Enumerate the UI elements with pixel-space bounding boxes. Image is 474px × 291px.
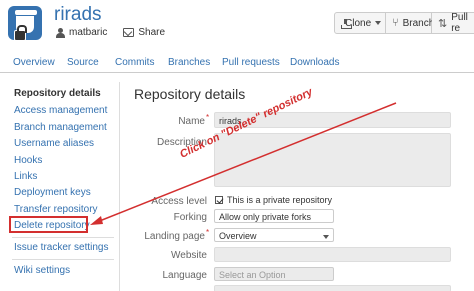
landing-page-value: Overview: [219, 231, 257, 241]
landing-page-select[interactable]: Overview: [214, 228, 334, 242]
repo-nav-tabs: Overview Source Commits Branches Pull re…: [0, 53, 474, 73]
owner-link[interactable]: matbaric: [69, 27, 107, 38]
sidebar-item-issue-tracker-settings[interactable]: Issue tracker settings: [14, 242, 108, 253]
sidebar-item-links[interactable]: Links: [14, 171, 37, 182]
repo-header: rirads matbaric Share Clone ⑂ Branch ⇅ P…: [0, 0, 474, 50]
sidebar-heading: Repository details: [14, 88, 101, 99]
lock-icon: [14, 25, 27, 41]
name-label: Name: [178, 116, 205, 127]
tab-pull-requests[interactable]: Pull requests: [222, 57, 280, 68]
branch-icon: ⑂: [392, 17, 399, 29]
sidebar-item-wiki-settings[interactable]: Wiki settings: [14, 265, 70, 276]
sidebar-item-transfer-repository[interactable]: Transfer repository: [14, 204, 98, 215]
website-label: Website: [171, 250, 207, 261]
share-link[interactable]: Share: [138, 27, 165, 38]
pull-request-icon: ⇅: [438, 17, 448, 30]
clone-button[interactable]: Clone: [334, 12, 386, 34]
user-icon: [56, 27, 65, 38]
forking-value: Allow only private forks: [219, 212, 312, 222]
forking-select[interactable]: Allow only private forks: [214, 209, 334, 223]
repo-title[interactable]: rirads: [54, 4, 102, 26]
tab-branches[interactable]: Branches: [168, 57, 210, 68]
language-label: Language: [162, 270, 208, 281]
tab-source[interactable]: Source: [67, 57, 99, 68]
landing-page-label: Landing page: [144, 231, 205, 242]
sidebar-item-deployment-keys[interactable]: Deployment keys: [14, 187, 91, 198]
access-level-label: Access level: [151, 196, 207, 207]
chevron-down-icon: [375, 21, 382, 25]
language-placeholder: Select an Option: [219, 270, 286, 280]
website-input[interactable]: [214, 247, 451, 262]
pull-label: Pull re: [451, 12, 468, 34]
repo-meta: matbaric Share: [56, 27, 165, 38]
required-marker: *: [206, 113, 210, 122]
description-textarea[interactable]: [214, 133, 451, 187]
sidebar-item-access-management[interactable]: Access management: [14, 105, 107, 116]
tab-commits[interactable]: Commits: [115, 57, 154, 68]
page-title: Repository details: [134, 86, 246, 102]
next-field-input[interactable]: [214, 285, 451, 291]
language-select[interactable]: Select an Option: [214, 267, 334, 281]
branch-button[interactable]: ⑂ Branch: [386, 12, 435, 34]
forking-label: Forking: [173, 212, 207, 223]
sidebar-divider: [12, 259, 114, 260]
sidebar-item-username-aliases[interactable]: Username aliases: [14, 138, 94, 149]
sidebar-item-hooks[interactable]: Hooks: [14, 155, 42, 166]
private-checkbox[interactable]: [215, 196, 223, 204]
sidebar-item-branch-management[interactable]: Branch management: [14, 122, 107, 133]
share-icon[interactable]: [123, 28, 135, 37]
sidebar-divider: [12, 237, 114, 238]
delete-highlight-box: [9, 216, 88, 233]
branch-label: Branch: [402, 17, 435, 29]
private-checkbox-label: This is a private repository: [227, 195, 333, 205]
required-marker: *: [206, 228, 210, 237]
pull-request-button[interactable]: ⇅ Pull re: [432, 12, 474, 34]
chevron-down-icon: [323, 235, 329, 239]
tab-downloads[interactable]: Downloads: [290, 57, 339, 68]
tab-overview[interactable]: Overview: [13, 57, 55, 68]
